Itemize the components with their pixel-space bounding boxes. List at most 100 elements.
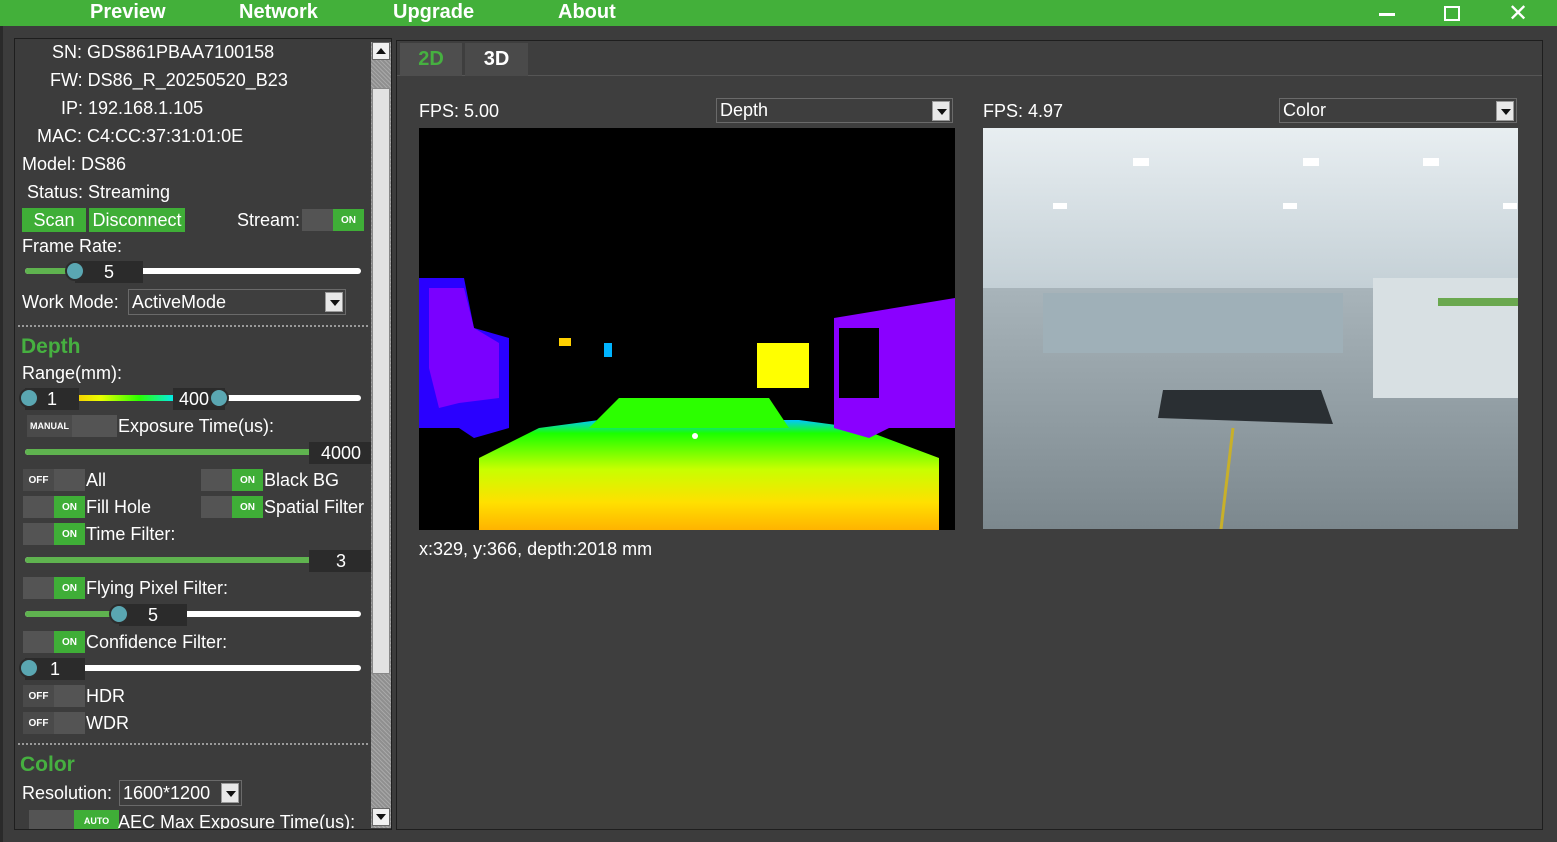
wdr-toggle-state: OFF: [23, 712, 54, 734]
menu-preview[interactable]: Preview: [90, 1, 166, 24]
wdr-toggle[interactable]: OFF: [23, 712, 85, 734]
work-mode-select[interactable]: ActiveMode: [128, 289, 346, 315]
spatial-filter-label: Spatial Filter: [264, 497, 365, 517]
settings-panel: SN: GDS861PBAA7100158 FW: DS86_R_2025052…: [14, 38, 392, 830]
scan-button[interactable]: Scan: [22, 208, 86, 232]
slider-thumb[interactable]: [65, 261, 85, 281]
depth-fps: FPS: 5.00: [419, 101, 500, 121]
firmware-version: FW: DS86_R_20250520_B23: [50, 70, 288, 90]
tab-2d[interactable]: 2D: [400, 43, 462, 76]
range-min-thumb[interactable]: [19, 388, 39, 408]
slider-fill: [25, 449, 345, 455]
disconnect-button[interactable]: Disconnect: [89, 208, 185, 232]
minimize-icon[interactable]: [1364, 0, 1410, 26]
stream-toggle[interactable]: ON: [302, 209, 364, 231]
confidence-filter-toggle-state: ON: [54, 631, 85, 653]
color-view-select[interactable]: Color: [1279, 98, 1517, 123]
confidence-filter-toggle[interactable]: ON: [23, 631, 85, 653]
exposure-time-slider[interactable]: 4000: [25, 442, 373, 464]
view-tabs: 2D 3D: [397, 41, 1542, 76]
color-section-title: Color: [20, 753, 75, 776]
depth-image[interactable]: [419, 128, 955, 530]
aec-max-exposure-label: AEC Max Exposure Time(us):: [118, 812, 356, 830]
black-bg-toggle[interactable]: ON: [201, 469, 263, 491]
confidence-filter-slider[interactable]: 1: [19, 658, 361, 680]
fill-hole-toggle[interactable]: ON: [23, 496, 85, 518]
exposure-time-label: Exposure Time(us):: [118, 416, 275, 436]
title-bar: Preview Network Upgrade About ✕: [0, 0, 1557, 27]
menu-network[interactable]: Network: [239, 1, 318, 24]
spatial-filter-toggle-state: ON: [232, 496, 263, 518]
wdr-label: WDR: [86, 713, 129, 733]
depth-range-slider[interactable]: 1 4000: [19, 388, 361, 410]
time-filter-label: Time Filter:: [86, 524, 176, 544]
chevron-down-icon: [932, 101, 950, 121]
color-image[interactable]: [983, 128, 1518, 529]
stream-toggle-state: ON: [333, 209, 364, 231]
exposure-mode-toggle[interactable]: MANUAL: [27, 415, 117, 437]
frame-rate-label: Frame Rate:: [22, 236, 123, 256]
slider-fill: [25, 611, 115, 617]
slider-thumb[interactable]: [19, 658, 39, 678]
chevron-down-icon: [325, 292, 343, 312]
black-bg-toggle-state: ON: [232, 469, 263, 491]
exposure-time-value: 4000: [309, 442, 373, 464]
slider-thumb[interactable]: [109, 604, 129, 624]
resolution-select[interactable]: 1600*1200: [119, 780, 242, 806]
depth-view-select[interactable]: Depth: [716, 98, 953, 123]
maximize-icon[interactable]: [1429, 0, 1475, 26]
aec-mode-state: AUTO: [74, 810, 119, 829]
divider: [18, 743, 368, 745]
all-toggle[interactable]: OFF: [23, 469, 85, 491]
resolution-label: Resolution:: [22, 783, 113, 803]
fill-hole-label: Fill Hole: [86, 497, 152, 517]
time-filter-value: 3: [309, 550, 373, 572]
hdr-label: HDR: [86, 686, 125, 706]
tab-3d[interactable]: 3D: [465, 43, 528, 76]
flying-pixel-slider[interactable]: 5: [25, 604, 361, 626]
time-filter-toggle-state: ON: [54, 523, 85, 545]
scroll-handle[interactable]: [372, 88, 390, 674]
serial-number: SN: GDS861PBAA7100158: [52, 42, 275, 62]
hdr-toggle[interactable]: OFF: [23, 685, 85, 707]
flying-pixel-value: 5: [119, 604, 187, 626]
all-toggle-state: OFF: [23, 469, 54, 491]
ip-address: IP: 192.168.1.105: [61, 98, 204, 118]
depth-view-select-value: Depth: [720, 100, 769, 120]
divider: [18, 325, 368, 327]
menu-upgrade[interactable]: Upgrade: [393, 1, 474, 24]
flying-pixel-toggle[interactable]: ON: [23, 577, 85, 599]
work-mode-label: Work Mode:: [22, 292, 119, 312]
depth-section-title: Depth: [21, 335, 81, 358]
range-label: Range(mm):: [22, 363, 123, 383]
office-scene-graphic: [983, 128, 1518, 529]
settings-scrollbar[interactable]: [371, 42, 391, 828]
time-filter-slider[interactable]: 3: [25, 550, 373, 572]
all-label: All: [86, 470, 107, 490]
menu-about[interactable]: About: [558, 1, 616, 24]
scroll-down-icon[interactable]: [372, 808, 390, 826]
hdr-toggle-state: OFF: [23, 685, 54, 707]
chevron-down-icon: [221, 783, 239, 803]
frame-rate-value: 5: [75, 261, 143, 283]
slider-fill: [25, 557, 325, 563]
scroll-up-icon[interactable]: [372, 42, 390, 60]
confidence-filter-label: Confidence Filter:: [86, 632, 228, 652]
model-name: Model: DS86: [22, 154, 127, 174]
time-filter-toggle[interactable]: ON: [23, 523, 85, 545]
range-max-thumb[interactable]: [209, 388, 229, 408]
exposure-mode-state: MANUAL: [27, 415, 72, 437]
device-status: Status: Streaming: [27, 182, 171, 202]
spatial-filter-toggle[interactable]: ON: [201, 496, 263, 518]
frame-rate-slider[interactable]: 5: [25, 261, 361, 283]
aec-mode-toggle[interactable]: AUTO: [29, 810, 119, 829]
black-bg-label: Black BG: [264, 470, 340, 490]
stream-label: Stream:: [237, 210, 301, 230]
close-icon[interactable]: ✕: [1495, 0, 1541, 27]
work-mode-value: ActiveMode: [132, 291, 227, 312]
color-fps: FPS: 4.97: [983, 101, 1064, 121]
flying-pixel-toggle-state: ON: [54, 577, 85, 599]
chevron-down-icon: [1496, 101, 1514, 121]
pixel-depth-readout: x:329, y:366, depth:2018 mm: [419, 539, 653, 559]
mac-address: MAC: C4:CC:37:31:01:0E: [37, 126, 244, 146]
